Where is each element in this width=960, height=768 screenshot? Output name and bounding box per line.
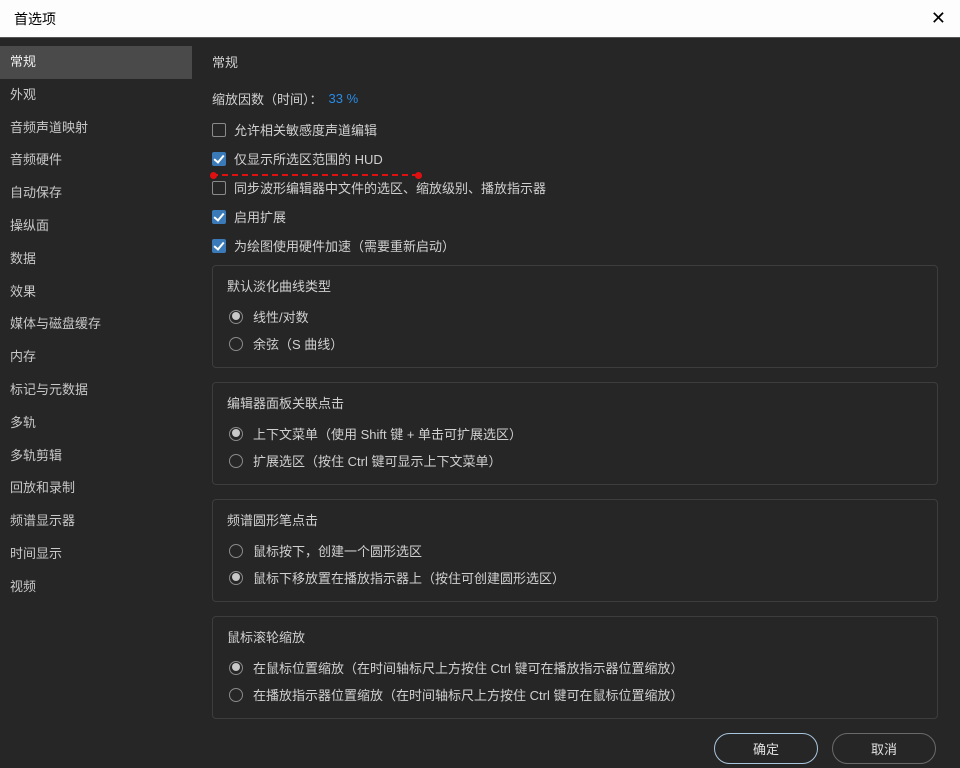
annotation-dot <box>415 172 422 179</box>
zoom-factor-value[interactable]: 33 % <box>329 91 359 106</box>
radio[interactable] <box>229 310 243 324</box>
radio[interactable] <box>229 544 243 558</box>
sidebar-item[interactable]: 音频声道映射 <box>0 112 192 145</box>
sidebar-item[interactable]: 多轨 <box>0 407 192 440</box>
sidebar-item[interactable]: 效果 <box>0 276 192 309</box>
radio-label: 鼠标下移放置在播放指示器上（按住可创建圆形选区） <box>253 568 565 587</box>
main-panel: 常规 缩放因数（时间）： 33 % 允许相关敏感度声道编辑仅显示所选区范围的 H… <box>192 38 960 728</box>
checkbox-row[interactable]: 允许相关敏感度声道编辑 <box>212 120 938 139</box>
radio-option[interactable]: 在播放指示器位置缩放（在时间轴标尺上方按住 Ctrl 键可在鼠标位置缩放） <box>229 681 921 708</box>
radio-label: 余弦（S 曲线） <box>253 334 343 353</box>
sidebar-item[interactable]: 操纵面 <box>0 210 192 243</box>
sidebar-item[interactable]: 媒体与磁盘缓存 <box>0 308 192 341</box>
checkbox-row[interactable]: 仅显示所选区范围的 HUD <box>212 149 938 168</box>
checkbox-row[interactable]: 启用扩展 <box>212 207 938 226</box>
checkbox[interactable] <box>212 123 226 137</box>
radio[interactable] <box>229 688 243 702</box>
sidebar-item[interactable]: 视频 <box>0 571 192 604</box>
zoom-factor-label: 缩放因数（时间）： <box>212 89 323 108</box>
sidebar-item[interactable]: 时间显示 <box>0 538 192 571</box>
group-legend: 频谱圆形笔点击 <box>227 510 921 529</box>
close-icon[interactable]: ✕ <box>931 8 946 29</box>
sidebar-item[interactable]: 标记与元数据 <box>0 374 192 407</box>
option-group: 鼠标滚轮缩放在鼠标位置缩放（在时间轴标尺上方按住 Ctrl 键可在播放指示器位置… <box>212 616 938 719</box>
radio[interactable] <box>229 571 243 585</box>
option-group: 频谱圆形笔点击鼠标按下，创建一个圆形选区鼠标下移放置在播放指示器上（按住可创建圆… <box>212 499 938 602</box>
checkbox[interactable] <box>212 152 226 166</box>
sidebar-item[interactable]: 常规 <box>0 46 192 79</box>
checkbox[interactable] <box>212 210 226 224</box>
radio[interactable] <box>229 427 243 441</box>
radio-option[interactable]: 余弦（S 曲线） <box>229 330 921 357</box>
cancel-button[interactable]: 取消 <box>832 733 936 764</box>
radio[interactable] <box>229 661 243 675</box>
radio-option[interactable]: 扩展选区（按住 Ctrl 键可显示上下文菜单） <box>229 447 921 474</box>
option-group: 编辑器面板关联点击上下文菜单（使用 Shift 键 + 单击可扩展选区） 扩展选区… <box>212 382 938 485</box>
checkbox-row[interactable]: 为绘图使用硬件加速（需要重新启动） <box>212 236 938 255</box>
dialog-body: 常规外观音频声道映射音频硬件自动保存操纵面数据效果媒体与磁盘缓存内存标记与元数据… <box>0 38 960 728</box>
checkbox[interactable] <box>212 239 226 253</box>
radio-label: 线性/对数 <box>253 307 309 326</box>
sidebar-item[interactable]: 数据 <box>0 243 192 276</box>
checkbox-label: 同步波形编辑器中文件的选区、缩放级别、播放指示器 <box>234 178 546 197</box>
radio-option[interactable]: 在鼠标位置缩放（在时间轴标尺上方按住 Ctrl 键可在播放指示器位置缩放） <box>229 654 921 681</box>
checkbox-label: 仅显示所选区范围的 HUD <box>234 149 383 168</box>
panel-heading: 常规 <box>212 52 938 71</box>
ok-button[interactable]: 确定 <box>714 733 818 764</box>
radio[interactable] <box>229 337 243 351</box>
checkbox-row[interactable]: 同步波形编辑器中文件的选区、缩放级别、播放指示器 <box>212 178 938 197</box>
radio[interactable] <box>229 454 243 468</box>
radio-label: 扩展选区（按住 Ctrl 键可显示上下文菜单） <box>253 451 501 470</box>
radio-option[interactable]: 鼠标按下，创建一个圆形选区 <box>229 537 921 564</box>
dialog-title: 首选项 <box>14 9 56 29</box>
checkbox-label: 为绘图使用硬件加速（需要重新启动） <box>234 236 455 255</box>
group-legend: 鼠标滚轮缩放 <box>227 627 921 646</box>
sidebar-item[interactable]: 回放和录制 <box>0 472 192 505</box>
annotation-dot <box>210 172 217 179</box>
sidebar: 常规外观音频声道映射音频硬件自动保存操纵面数据效果媒体与磁盘缓存内存标记与元数据… <box>0 38 192 728</box>
option-group: 默认淡化曲线类型线性/对数余弦（S 曲线） <box>212 265 938 368</box>
checkbox[interactable] <box>212 181 226 195</box>
radio-option[interactable]: 上下文菜单（使用 Shift 键 + 单击可扩展选区） <box>229 420 921 447</box>
radio-label: 上下文菜单（使用 Shift 键 + 单击可扩展选区） <box>253 424 522 443</box>
sidebar-item[interactable]: 多轨剪辑 <box>0 440 192 473</box>
radio-label: 在播放指示器位置缩放（在时间轴标尺上方按住 Ctrl 键可在鼠标位置缩放） <box>253 685 683 704</box>
radio-option[interactable]: 线性/对数 <box>229 303 921 330</box>
checkbox-label: 启用扩展 <box>234 207 286 226</box>
radio-label: 在鼠标位置缩放（在时间轴标尺上方按住 Ctrl 键可在播放指示器位置缩放） <box>253 658 683 677</box>
radio-label: 鼠标按下，创建一个圆形选区 <box>253 541 422 560</box>
group-legend: 编辑器面板关联点击 <box>227 393 921 412</box>
sidebar-item[interactable]: 频谱显示器 <box>0 505 192 538</box>
radio-option[interactable]: 鼠标下移放置在播放指示器上（按住可创建圆形选区） <box>229 564 921 591</box>
titlebar: 首选项 ✕ <box>0 0 960 38</box>
sidebar-item[interactable]: 外观 <box>0 79 192 112</box>
sidebar-item[interactable]: 自动保存 <box>0 177 192 210</box>
sidebar-item[interactable]: 音频硬件 <box>0 144 192 177</box>
sidebar-item[interactable]: 内存 <box>0 341 192 374</box>
dialog-footer: 确定 取消 <box>0 728 960 768</box>
group-legend: 默认淡化曲线类型 <box>227 276 921 295</box>
checkbox-label: 允许相关敏感度声道编辑 <box>234 120 377 139</box>
zoom-factor-row: 缩放因数（时间）： 33 % <box>212 89 938 108</box>
